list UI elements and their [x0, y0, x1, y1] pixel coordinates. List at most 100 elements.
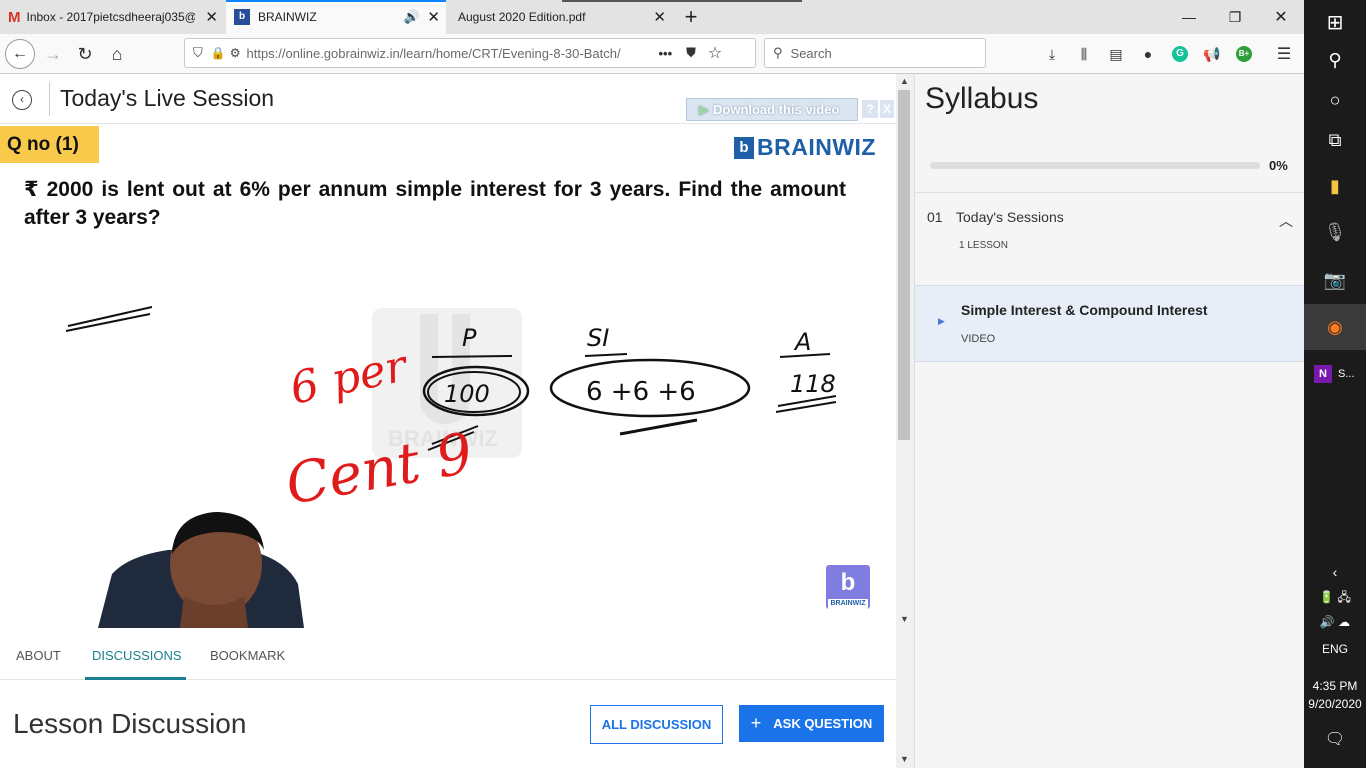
scroll-down-icon[interactable]: ▼	[900, 754, 909, 764]
handwriting-p: P	[462, 324, 477, 352]
forward-icon[interactable]: →	[38, 39, 68, 69]
tab-brainwiz[interactable]: b BRAINWIZ 🔊 ✕	[226, 0, 446, 34]
url-bar[interactable]: ⛉ 🔒 ⚙ https://online.gobrainwiz.in/learn…	[184, 38, 756, 68]
more-actions-icon[interactable]: •••	[658, 46, 672, 61]
corner-brainwiz-logo: b BRAINWIZ	[826, 565, 870, 609]
tab-label: BRAINWIZ	[258, 10, 317, 24]
shield-icon: ⛉	[193, 45, 203, 60]
play-triangle-icon: ▶	[938, 316, 945, 326]
volume-network-icons[interactable]: 🔊 ☁	[1304, 612, 1366, 632]
onenote-icon[interactable]: N S...	[1304, 356, 1366, 392]
section-header[interactable]: 01 Today's Sessions 1 LESSON ︿	[915, 193, 1305, 285]
handwriting-si-value: 6 +6 +6	[586, 377, 696, 407]
handwriting-a-value: 118	[790, 370, 836, 398]
si-underline	[584, 353, 628, 357]
help-icon[interactable]: ?	[862, 100, 878, 118]
tab-bookmark[interactable]: BOOKMARK	[210, 648, 285, 663]
handwriting-p-value: 100	[444, 380, 490, 408]
chevron-up-icon[interactable]: ︿	[1279, 211, 1293, 231]
progress-track	[930, 162, 1260, 169]
tab-pdf[interactable]: August 2020 Edition.pdf ✕	[450, 0, 672, 34]
underline-ink	[65, 306, 153, 332]
section-count: 1 LESSON	[959, 240, 1008, 251]
download-video-button[interactable]: ▶ Download this video	[686, 98, 858, 121]
close-tab-icon[interactable]: ✕	[205, 8, 218, 26]
lesson-title: Simple Interest & Compound Interest	[961, 302, 1208, 318]
back-icon[interactable]: ←	[5, 39, 35, 69]
sidebar-icon[interactable]: ▤	[1106, 44, 1126, 64]
camera-icon[interactable]: 📷	[1304, 264, 1366, 296]
back-circle-icon[interactable]: ‹	[12, 90, 32, 110]
tab-inbox[interactable]: M Inbox - 2017pietcsdheeraj035@ ✕	[0, 0, 224, 34]
account-icon[interactable]: ●	[1138, 44, 1158, 64]
onenote-logo: N	[1314, 365, 1332, 383]
download-icon[interactable]: ⤓	[1042, 44, 1062, 64]
search-icon: ⚲	[773, 45, 783, 60]
language-indicator[interactable]: ENG	[1304, 640, 1366, 658]
tab-about[interactable]: ABOUT	[16, 648, 61, 663]
notification-icon[interactable]: 🗨	[1304, 728, 1366, 750]
restore-icon[interactable]: ❐	[1212, 0, 1258, 34]
tab-strip: M Inbox - 2017pietcsdheeraj035@ ✕ b BRAI…	[0, 0, 1304, 34]
reload-icon[interactable]: ↻	[70, 39, 100, 69]
megaphone-icon[interactable]: 📢	[1202, 44, 1222, 64]
bplus-icon[interactable]: B+	[1234, 44, 1254, 64]
handwriting-red-1: 6 per	[286, 340, 414, 415]
windows-start-icon[interactable]: ⊞	[1304, 6, 1366, 38]
tab-label: Inbox - 2017pietcsdheeraj035@	[26, 10, 195, 24]
all-discussion-button[interactable]: ALL DISCUSSION	[590, 705, 723, 744]
close-download-icon[interactable]: X	[880, 100, 894, 118]
page-title: Today's Live Session	[60, 85, 275, 111]
video-pane: ‹ Today's Live Session ▶ Download this v…	[0, 74, 896, 768]
gmail-icon: M	[8, 8, 21, 26]
cortana-icon[interactable]: ○	[1304, 84, 1366, 116]
tab-discussions[interactable]: DISCUSSIONS	[92, 648, 182, 663]
discussion-heading: Lesson Discussion	[13, 708, 247, 739]
close-window-icon[interactable]: ✕	[1258, 0, 1304, 34]
a-value-underline	[775, 395, 837, 413]
section-title: Today's Sessions	[956, 209, 1064, 225]
bookmark-star-icon[interactable]: ☆	[708, 43, 722, 63]
search-input[interactable]: ⚲ Search	[764, 38, 986, 68]
minimize-icon[interactable]: —	[1166, 0, 1212, 34]
progress-label: 0%	[1269, 158, 1288, 173]
url-text: https://online.gobrainwiz.in/learn/home/…	[246, 45, 621, 61]
pocket-icon[interactable]: ⛊	[686, 45, 696, 61]
system-tray-icons[interactable]: 🔋 🖧	[1304, 588, 1366, 608]
page-scrollbar[interactable]: ▲ ▼ ▼	[896, 74, 914, 768]
permissions-icon: ⚙	[229, 46, 241, 60]
lesson-item[interactable]: ▶ Simple Interest & Compound Interest VI…	[915, 285, 1305, 362]
menu-icon[interactable]: ☰	[1274, 44, 1294, 64]
scroll-up-icon[interactable]: ▲	[900, 76, 909, 86]
handwriting-red-2: Cent 9	[281, 421, 477, 518]
close-tab-icon[interactable]: ✕	[427, 8, 440, 26]
nav-toolbar: ← → ↻ ⌂ ⛉ 🔒 ⚙ https://online.gobrainwiz.…	[0, 34, 1304, 74]
tab-label: August 2020 Edition.pdf	[458, 10, 586, 24]
new-tab-icon[interactable]: +	[676, 0, 706, 34]
library-icon[interactable]: ⫼	[1074, 44, 1094, 64]
home-icon[interactable]: ⌂	[102, 39, 132, 69]
lesson-type: VIDEO	[961, 333, 996, 345]
task-view-icon[interactable]: ⧉	[1304, 124, 1366, 156]
video-frame[interactable]: Q no (1) b BRAINWIZ ₹ 2000 is lent out a…	[0, 124, 880, 628]
close-tab-icon[interactable]: ✕	[653, 8, 666, 26]
speaker-icon[interactable]: 🔊	[404, 9, 420, 25]
session-header: ‹ Today's Live Session ▶ Download this v…	[0, 74, 896, 124]
windows-taskbar: ⊞ ⚲ ○ ⧉ ▮ 🎙 📷 ◉ N S... ‹ 🔋 🖧 🔊 ☁ ENG 4:3…	[1304, 0, 1366, 768]
brainwiz-icon: b	[234, 9, 250, 25]
scroll-mid-down-icon[interactable]: ▼	[900, 614, 909, 624]
clock-time[interactable]: 4:35 PM	[1304, 678, 1366, 694]
ask-question-button[interactable]: + ASK QUESTION	[739, 705, 884, 742]
search-icon[interactable]: ⚲	[1304, 44, 1366, 76]
clock-date[interactable]: 9/20/2020	[1304, 696, 1366, 712]
grammarly-icon[interactable]: G	[1170, 44, 1190, 64]
play-icon: ▶	[699, 101, 709, 117]
lock-icon: 🔒	[210, 46, 226, 60]
file-explorer-icon[interactable]: ▮	[1304, 170, 1366, 202]
chevron-left-icon[interactable]: ‹	[1304, 562, 1366, 582]
firefox-icon[interactable]: ◉	[1304, 304, 1366, 350]
scroll-thumb[interactable]	[898, 90, 910, 440]
plus-icon: +	[750, 713, 762, 733]
handwriting-a: A	[793, 328, 811, 356]
recorder-icon[interactable]: 🎙	[1304, 216, 1366, 248]
